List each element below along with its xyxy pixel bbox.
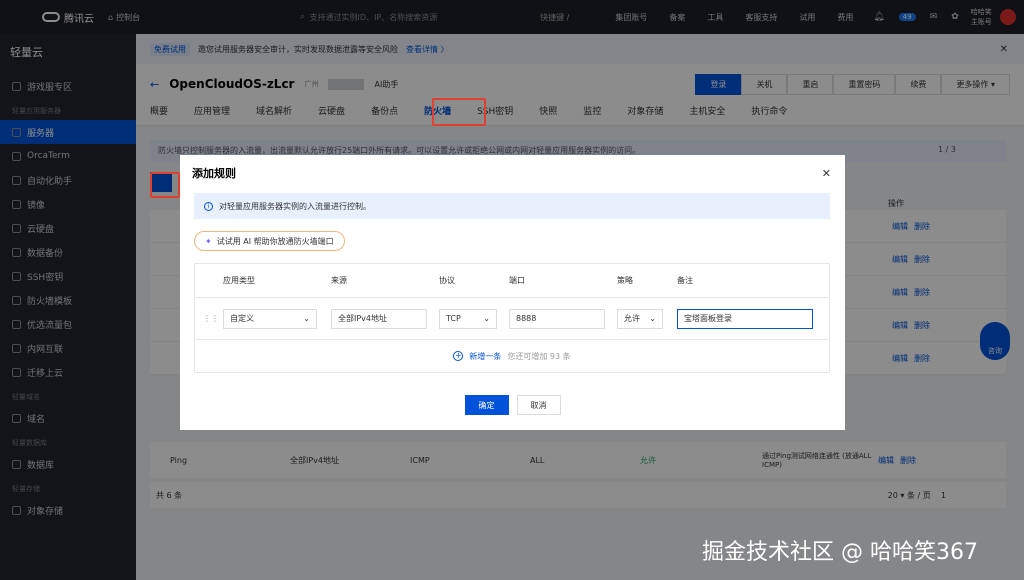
- chevron-down-icon: ⌄: [483, 314, 490, 323]
- info-icon: i: [204, 201, 213, 211]
- highlight-add-button: [150, 172, 180, 198]
- app-type-select[interactable]: 自定义 ⌄: [223, 308, 317, 329]
- port-input[interactable]: 8888: [509, 308, 605, 329]
- chevron-down-icon: ⌄: [649, 314, 656, 323]
- protocol-value: TCP: [446, 314, 461, 323]
- chevron-down-icon: ⌄: [303, 314, 310, 323]
- dialog-info: i 对轻量应用服务器实例的入流量进行控制。: [194, 193, 830, 219]
- policy-value: 允许: [624, 314, 640, 323]
- note-input[interactable]: 宝塔面板登录: [677, 308, 813, 329]
- rule-form-header: 应用类型 来源 协议 端口 策略 备注: [195, 264, 829, 298]
- dialog-footer: 确定 取消: [180, 395, 845, 415]
- add-row: + 新增一条 您还可增加 93 条: [195, 340, 829, 372]
- col-note: 备注: [677, 276, 693, 285]
- highlight-firewall-tab: [432, 98, 486, 126]
- add-rule-dialog: 添加规则 ✕ i 对轻量应用服务器实例的入流量进行控制。 ✦ 试试用 AI 帮助…: [180, 155, 845, 430]
- col-policy: 策略: [617, 276, 633, 285]
- source-input[interactable]: 全部IPv4地址: [331, 308, 427, 329]
- policy-select[interactable]: 允许 ⌄: [617, 308, 663, 329]
- plus-icon[interactable]: +: [453, 351, 464, 361]
- rule-form-row: ⋮⋮ 自定义 ⌄ 全部IPv4地址 TCP ⌄ 8888 允许 ⌄ 宝塔面板登录: [195, 298, 829, 340]
- add-hint: 您还可增加 93 条: [507, 351, 571, 361]
- close-icon[interactable]: ✕: [822, 167, 831, 180]
- sparkle-icon: ✦: [205, 236, 212, 246]
- col-protocol: 协议: [439, 276, 455, 285]
- protocol-select[interactable]: TCP ⌄: [439, 308, 497, 329]
- ai-help-label: 试试用 AI 帮助你放通防火墙端口: [216, 236, 334, 246]
- info-text: 对轻量应用服务器实例的入流量进行控制。: [219, 201, 371, 211]
- add-rule-link[interactable]: 新增一条: [469, 351, 501, 362]
- col-source: 来源: [331, 276, 347, 285]
- app-type-value: 自定义: [230, 314, 254, 323]
- dialog-title: 添加规则: [192, 167, 236, 180]
- drag-handle-icon[interactable]: ⋮⋮: [203, 314, 219, 323]
- watermark: 掘金技术社区 @ 哈哈笑367: [702, 540, 978, 565]
- col-port: 端口: [509, 276, 525, 285]
- cancel-button[interactable]: 取消: [516, 395, 561, 415]
- col-app-type: 应用类型: [223, 276, 255, 285]
- confirm-button[interactable]: 确定: [464, 395, 509, 415]
- rule-form-table: 应用类型 来源 协议 端口 策略 备注 ⋮⋮ 自定义 ⌄ 全部IPv4地址 TCP…: [194, 263, 830, 373]
- ai-help-button[interactable]: ✦ 试试用 AI 帮助你放通防火墙端口: [194, 231, 345, 251]
